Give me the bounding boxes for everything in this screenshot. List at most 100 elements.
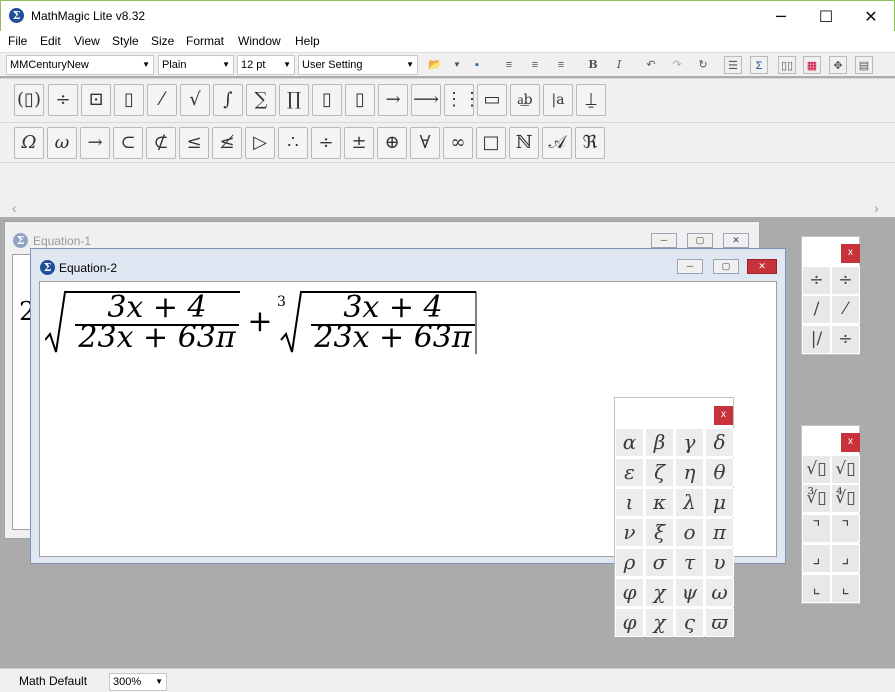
menu-size[interactable]: Size [151, 34, 174, 48]
palette-cell[interactable]: |/ [802, 325, 831, 354]
redo-icon[interactable]: ↷ [668, 56, 686, 74]
symbol-forall-button[interactable]: ∀ [410, 127, 440, 159]
restore-button[interactable]: ▢ [713, 259, 739, 274]
greek-kappa[interactable]: κ [645, 488, 674, 517]
palette-cell[interactable]: ⌟ [802, 544, 831, 573]
two-column-icon[interactable]: ▯▯ [778, 56, 796, 74]
maximize-button[interactable]: ☐ [803, 1, 849, 32]
greek-eta[interactable]: η [675, 458, 704, 487]
palette-cell[interactable]: √▯ [831, 455, 860, 484]
palette-cell[interactable]: ⌝ [831, 514, 860, 543]
matrix-template-button[interactable]: ⋮⋮ [444, 84, 481, 116]
radical-template-button[interactable]: √ [180, 84, 210, 116]
product-template-button[interactable]: ∏ [279, 84, 309, 116]
palette-cell[interactable]: ⁄ [831, 295, 860, 324]
palette-cell[interactable]: ∛▯ [802, 484, 831, 513]
greek-pi[interactable]: π [705, 518, 734, 547]
menu-help[interactable]: Help [295, 34, 320, 48]
menu-window[interactable]: Window [238, 34, 281, 48]
greek-sigma[interactable]: σ [645, 548, 674, 577]
palette-cell[interactable]: ∕ [802, 295, 831, 324]
symbol-subset-button[interactable]: ⊂ [113, 127, 143, 159]
greek-pi-variant[interactable]: ϖ [705, 608, 734, 637]
greek-rho[interactable]: ρ [615, 548, 644, 577]
symbol-omega-upper-button[interactable]: Ω [14, 127, 44, 159]
close-icon[interactable]: x [841, 433, 860, 452]
symbol-not-subset-button[interactable]: ⊄ [146, 127, 176, 159]
greek-final-sigma[interactable]: ς [675, 608, 704, 637]
align-center-icon[interactable]: ≡ [526, 56, 544, 74]
greek-delta[interactable]: δ [705, 428, 734, 457]
palette-cell[interactable]: ⌝ [802, 514, 831, 543]
open-folder-icon[interactable]: 📂 [426, 56, 444, 74]
close-button[interactable]: ✕ [723, 233, 749, 248]
greek-xi[interactable]: ξ [645, 518, 674, 547]
setting-select[interactable]: User Setting ▼ [298, 55, 418, 75]
zoom-select[interactable]: 300% ▼ [109, 673, 167, 691]
layout-list-icon[interactable]: ☰ [724, 56, 742, 74]
greek-gamma[interactable]: γ [675, 428, 704, 457]
symbol-fraktur-r-button[interactable]: ℜ [575, 127, 605, 159]
palette-cell[interactable]: ÷ [802, 266, 831, 295]
palette-cell[interactable]: ÷ [831, 266, 860, 295]
scroll-left-icon[interactable]: ‹ [12, 200, 17, 216]
greek-epsilon[interactable]: ε [615, 458, 644, 487]
fraction-template-button[interactable]: ÷ [48, 84, 78, 116]
restore-button[interactable]: ▢ [687, 233, 713, 248]
menu-format[interactable]: Format [186, 34, 224, 48]
symbol-script-a-button[interactable]: 𝒜 [542, 127, 572, 159]
symbol-leq-button[interactable]: ≤ [179, 127, 209, 159]
palette-cell[interactable]: ⌞ [831, 574, 860, 603]
box-template-button[interactable]: ▭ [477, 84, 507, 116]
greek-chi-variant[interactable]: χ [645, 608, 674, 637]
symbol-triangle-button[interactable]: ▷ [245, 127, 275, 159]
close-icon[interactable]: x [841, 244, 860, 263]
menu-edit[interactable]: Edit [40, 34, 61, 48]
scroll-right-icon[interactable]: › [874, 200, 879, 216]
greek-upsilon[interactable]: υ [705, 548, 734, 577]
undo-icon[interactable]: ↶ [642, 56, 660, 74]
greek-zeta[interactable]: ζ [645, 458, 674, 487]
save-icon[interactable]: ▪ [468, 56, 486, 74]
greek-omicron[interactable]: ο [675, 518, 704, 547]
subscript-template-button[interactable]: ⊡ [81, 84, 111, 116]
superscript-template-button[interactable]: ▯ [114, 84, 144, 116]
size-select[interactable]: 12 pt ▼ [237, 55, 295, 75]
greek-lambda[interactable]: λ [675, 488, 704, 517]
greek-chi[interactable]: χ [645, 578, 674, 607]
greek-beta[interactable]: β [645, 428, 674, 457]
greek-alpha[interactable]: α [615, 428, 644, 457]
arrow-template-button[interactable]: → [378, 84, 408, 116]
sigma-panel-icon[interactable]: Σ [750, 56, 768, 74]
align-left-icon[interactable]: ≡ [500, 56, 518, 74]
symbol-naturals-button[interactable]: ℕ [509, 127, 539, 159]
underbar-template-button[interactable]: ▯ [312, 84, 342, 116]
greek-phi[interactable]: φ [615, 578, 644, 607]
integral-template-button[interactable]: ∫ [213, 84, 243, 116]
greek-tau[interactable]: τ [675, 548, 704, 577]
parentheses-template-button[interactable]: (▯) [14, 84, 44, 116]
summation-template-button[interactable]: ∑ [246, 84, 276, 116]
palette-cell[interactable]: ∜▯ [831, 484, 860, 513]
formula[interactable]: 3x + 4 23x + 63π + 3 3x + 4 23x + 63π [45, 288, 485, 355]
align-right-icon[interactable]: ≡ [552, 56, 570, 74]
overbar-template-button[interactable]: ▯ [345, 84, 375, 116]
menu-style[interactable]: Style [112, 34, 139, 48]
labeled-arrow-template-button[interactable]: ⟶ [411, 84, 441, 116]
palette-cell[interactable]: √▯ [802, 455, 831, 484]
symbol-divide-button[interactable]: ÷ [311, 127, 341, 159]
close-icon[interactable]: x [714, 406, 733, 425]
menu-view[interactable]: View [74, 34, 100, 48]
spacing-template-button[interactable]: ⍊ [576, 84, 606, 116]
move-icon[interactable]: ✥ [829, 56, 847, 74]
label-template-button[interactable]: |a [543, 84, 573, 116]
symbol-infinity-button[interactable]: ∞ [443, 127, 473, 159]
symbol-omega-button[interactable]: ω [47, 127, 77, 159]
palette-cell[interactable]: ⌟ [831, 544, 860, 573]
greek-omega[interactable]: ω [705, 578, 734, 607]
greek-psi[interactable]: ψ [675, 578, 704, 607]
text-style-template-button[interactable]: a͟b [510, 84, 540, 116]
symbol-plus-minus-button[interactable]: ± [344, 127, 374, 159]
italic-button[interactable]: I [610, 56, 628, 74]
close-button[interactable]: ✕ [848, 1, 894, 32]
